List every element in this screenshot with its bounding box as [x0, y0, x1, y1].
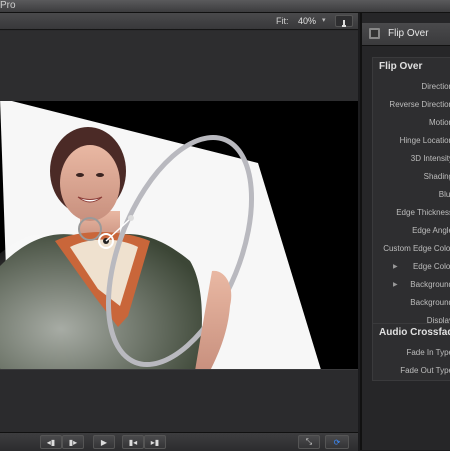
param-blur: Blur [438, 190, 450, 199]
param-background: Background [410, 280, 450, 289]
disclosure-triangle-icon[interactable]: ▶ [393, 263, 398, 270]
go-to-start-button[interactable]: ▮◂ [122, 435, 144, 449]
audio-section-title[interactable]: Audio Crossfade [379, 324, 450, 342]
brush-icon[interactable] [335, 15, 353, 27]
filmstrip-icon [369, 28, 380, 39]
param-direction: Direction [421, 82, 450, 91]
fullscreen-button[interactable]: ⤡ [298, 435, 320, 449]
flip-over-section: Flip Over Direction Reverse Direction Mo… [372, 57, 450, 329]
inspector-panel: Flip Over Flip Over Direction Reverse Di… [360, 13, 450, 450]
title-bar: Pro [0, 0, 450, 13]
section-title[interactable]: Flip Over [379, 58, 422, 76]
param-3d-intensity: 3D Intensity [410, 154, 450, 163]
param-fade-out-type: Fade Out Type [400, 366, 450, 375]
next-frame-button[interactable]: ▮▸ [62, 435, 84, 449]
inspector-header: Flip Over [362, 23, 450, 46]
transport-controls: ◂▮ ▮▸ ▶ ▮◂ ▸▮ ⤡ ⟳ [0, 432, 358, 451]
play-button[interactable]: ▶ [93, 435, 115, 449]
param-custom-edge-color: Custom Edge Color [383, 244, 450, 253]
zoom-dropdown[interactable]: 40% [298, 13, 316, 29]
param-background-2: Background [410, 298, 450, 307]
param-reverse-direction: Reverse Direction [389, 100, 450, 109]
param-fade-in-type: Fade In Type [406, 348, 450, 357]
param-edge-angle: Edge Angle [412, 226, 450, 235]
param-hinge-location: Hinge Location [399, 136, 450, 145]
param-motion: Motion [428, 118, 450, 127]
disclosure-triangle-icon[interactable]: ▶ [393, 281, 398, 288]
go-to-end-button[interactable]: ▸▮ [144, 435, 166, 449]
viewer-toolbar: Fit: 40% ▾ [0, 13, 358, 30]
audio-crossfade-section: Audio Crossfade Fade In Type Fade Out Ty… [372, 323, 450, 381]
param-edge-color: Edge Color [412, 262, 450, 271]
viewer-canvas-area [0, 31, 358, 401]
chevron-down-icon[interactable]: ▾ [322, 13, 326, 29]
video-frame[interactable] [0, 98, 358, 401]
previous-frame-button[interactable]: ◂▮ [40, 435, 62, 449]
fit-label: Fit: [276, 16, 289, 26]
loop-button[interactable]: ⟳ [325, 435, 349, 449]
app-title: Pro [0, 0, 16, 11]
param-shading: Shading [423, 172, 450, 181]
inspector-title: Flip Over [388, 28, 429, 39]
param-edge-thickness: Edge Thickness [396, 208, 450, 217]
viewer-panel: Fit: 40% ▾ ◂▮ ▮▸ ▶ ▮◂ ▸▮ ⤡ ⟳ [0, 13, 358, 451]
